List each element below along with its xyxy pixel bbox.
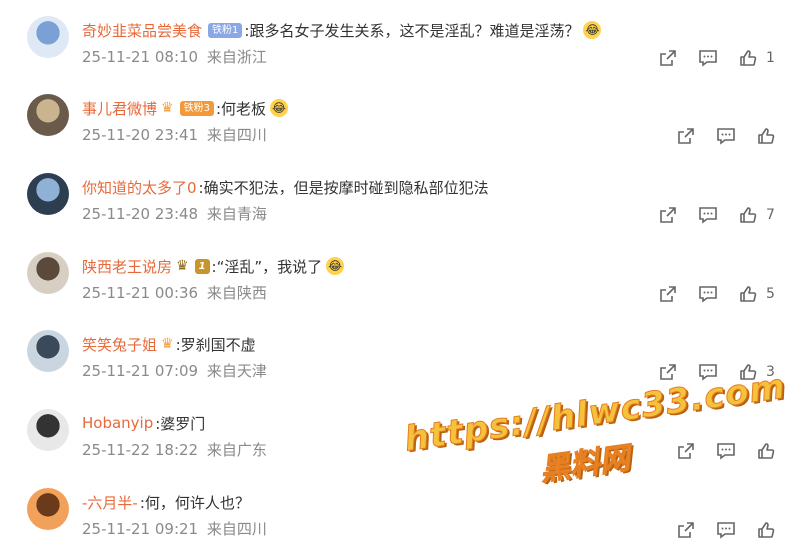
emoji-icon: 😂 xyxy=(326,257,345,275)
avatar[interactable] xyxy=(27,16,69,58)
location: 来自四川 xyxy=(206,126,267,144)
fan-badge: 铁粉1 xyxy=(208,22,243,38)
comment-item: 你知道的太多了0 :确实不犯法，但是按摩时碰到隐私部位犯法 25-11-20 2… xyxy=(0,157,800,235)
fan-badge: 铁粉3 xyxy=(179,100,214,116)
emoji-icon: 😂 xyxy=(270,99,289,117)
timestamp: 25-11-21 00:36 xyxy=(82,284,199,302)
comment-text: :跟多名女子发生关系，这不是淫乱？难道是淫荡？ xyxy=(244,21,580,40)
comment-icon[interactable] xyxy=(698,205,718,225)
comment-icon[interactable] xyxy=(716,126,736,146)
timestamp: 25-11-22 18:22 xyxy=(82,441,199,459)
comment-text: :确实不犯法，但是按摩时碰到隐私部位犯法 xyxy=(198,178,489,197)
comment-text: :罗刹国不虚 xyxy=(175,335,256,354)
share-icon[interactable] xyxy=(676,520,696,540)
avatar[interactable] xyxy=(27,488,69,530)
like-icon[interactable] xyxy=(738,48,758,68)
comment-item: 奇妙韭菜品尝美食 铁粉1 :跟多名女子发生关系，这不是淫乱？难道是淫荡？ 😂 2… xyxy=(0,0,800,78)
crown-icon: ♛ xyxy=(161,336,174,352)
like-icon[interactable] xyxy=(738,284,758,304)
like-icon[interactable] xyxy=(756,126,776,146)
comment-icon[interactable] xyxy=(698,48,718,68)
comment-item: -六月半- :何，何许人也？ 25-11-21 09:21 来自四川 xyxy=(0,472,800,550)
comment-icon[interactable] xyxy=(698,284,718,304)
comment-text: :何老板 xyxy=(215,99,267,118)
comment-text: :何，何许人也？ xyxy=(139,493,250,512)
timestamp: 25-11-21 08:10 xyxy=(82,48,199,66)
avatar[interactable] xyxy=(27,330,69,372)
comment-text: :“淫乱”，我说了 xyxy=(211,257,323,276)
timestamp: 25-11-21 09:21 xyxy=(82,520,199,538)
location: 来自陕西 xyxy=(206,284,267,302)
timestamp: 25-11-20 23:41 xyxy=(82,126,199,144)
username-link[interactable]: Hobanyip xyxy=(82,414,153,432)
username-link[interactable]: 陕西老王说房 xyxy=(82,256,172,277)
like-icon[interactable] xyxy=(738,205,758,225)
level-badge: 1 xyxy=(194,258,210,274)
username-link[interactable]: 事儿君微博 xyxy=(82,98,157,119)
avatar[interactable] xyxy=(27,409,69,451)
share-icon[interactable] xyxy=(658,205,678,225)
comment-item: 陕西老王说房 ♛ 1 :“淫乱”，我说了 😂 25-11-21 00:36 来自陕… xyxy=(0,236,800,314)
timestamp: 25-11-21 07:09 xyxy=(82,362,199,380)
comment-icon[interactable] xyxy=(716,520,736,540)
share-icon[interactable] xyxy=(658,284,678,304)
crown-icon: ♛ xyxy=(176,258,189,274)
location: 来自青海 xyxy=(206,205,267,223)
like-count: 1 xyxy=(766,50,775,66)
avatar[interactable] xyxy=(27,94,69,136)
location: 来自浙江 xyxy=(206,48,267,66)
location: 来自广东 xyxy=(206,441,267,459)
share-icon[interactable] xyxy=(658,362,678,382)
comment-item: 事儿君微博 ♛ 铁粉3 :何老板 😂 25-11-20 23:41 来自四川 xyxy=(0,78,800,156)
emoji-icon: 😂 xyxy=(583,21,602,39)
username-link[interactable]: 你知道的太多了0 xyxy=(82,177,197,198)
like-count: 7 xyxy=(766,207,775,223)
timestamp: 25-11-20 23:48 xyxy=(82,205,199,223)
username-link[interactable]: 奇妙韭菜品尝美食 xyxy=(82,20,202,41)
like-count: 5 xyxy=(766,286,775,302)
like-icon[interactable] xyxy=(756,520,776,540)
username-link[interactable]: -六月半- xyxy=(82,492,138,513)
location: 来自天津 xyxy=(206,362,267,380)
share-icon[interactable] xyxy=(658,48,678,68)
share-icon[interactable] xyxy=(676,126,696,146)
crown-icon: ♛ xyxy=(161,100,174,116)
avatar[interactable] xyxy=(27,173,69,215)
avatar[interactable] xyxy=(27,252,69,294)
comment-text: :婆罗门 xyxy=(155,414,206,433)
username-link[interactable]: 笑笑兔子姐 xyxy=(82,334,157,355)
location: 来自四川 xyxy=(206,520,267,538)
